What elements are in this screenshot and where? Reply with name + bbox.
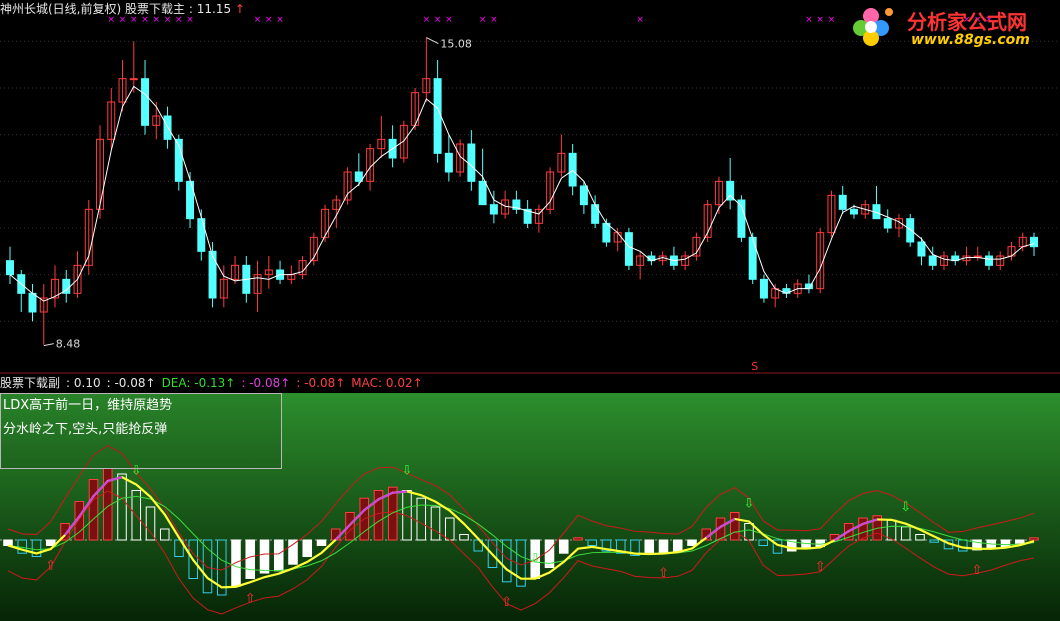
stock-name: 神州长城(日线,前复权) — [0, 2, 122, 16]
candle-body — [489, 204, 498, 215]
sub-header-value-6: MAC: 0.02↑ — [351, 376, 423, 390]
macd-bar — [316, 539, 327, 546]
signal-mark: × — [434, 15, 442, 25]
sell-arrow-icon: ⇩ — [402, 464, 413, 479]
macd-bar — [658, 539, 669, 554]
signal-mark: × — [276, 15, 284, 25]
indicator-value-sep: : — [188, 2, 193, 16]
candle-body — [208, 250, 217, 299]
buy-arrow-icon: ⇧ — [245, 592, 256, 607]
chart-canvas: × × × × × × × × × × × × × × × × × × × × × × × × 15.088.48S ⇧⇧ ⇧⇧… — [0, 15, 1060, 621]
macd-bar — [273, 539, 284, 572]
candle-body — [591, 204, 600, 224]
main-header: 神州长城(日线,前复权) 股票下载主 : 11.15 ↑ — [0, 0, 245, 17]
sub-header-value-4: : -0.08↑ — [241, 376, 291, 390]
candle-body — [141, 78, 150, 126]
candle-body — [759, 278, 768, 299]
macd-bar — [245, 539, 256, 579]
candle-body — [906, 218, 915, 243]
candle-body — [28, 292, 37, 313]
grid-lines — [0, 40, 1060, 322]
buy-arrow-icon: ⇧ — [972, 563, 983, 578]
signal-mark: × — [423, 15, 431, 25]
candle-body — [1030, 236, 1038, 248]
macd-bar — [3, 539, 13, 546]
flower-logo-icon — [853, 8, 893, 46]
sell-arrow-icon: ⇩ — [900, 500, 911, 515]
signal-mark: × — [816, 15, 824, 25]
logo-title: 分析家公式网 — [907, 10, 1027, 34]
sub-header: 股票下载副 : 0.10 : -0.08↑ DEA: -0.13↑ : -0.08↑ : … — [0, 374, 429, 391]
candle-body — [568, 152, 577, 187]
logo-url: www.88gs.com — [911, 32, 1030, 48]
candle-body — [883, 218, 892, 229]
candlestick-series — [6, 37, 1038, 345]
candle-body — [838, 194, 847, 210]
sub-header-value-5: : -0.08↑ — [296, 376, 346, 390]
signal-mark: × — [828, 15, 836, 25]
signal-mark: × — [479, 15, 487, 25]
candle-body — [478, 180, 487, 206]
signal-mark: × — [490, 15, 498, 25]
buy-arrow-icon: ⇧ — [45, 559, 56, 574]
signal-mark: × — [805, 15, 813, 25]
candle-body — [6, 260, 14, 276]
indicator-value: 11.15 — [196, 2, 232, 16]
signal-mark: × — [636, 15, 644, 25]
indicator-name: 股票下载主 — [125, 2, 186, 16]
candle-body — [973, 255, 982, 258]
site-logo: 分析家公式网 www.88gs.com — [849, 2, 1054, 52]
macd-bar — [573, 537, 583, 541]
macd-bar — [1029, 537, 1039, 541]
macd-bar — [1000, 539, 1011, 548]
up-arrow-icon: ↑ — [234, 2, 245, 16]
info-line-2: 分水岭之下,空头,只能抢反弹 — [3, 422, 168, 437]
candle-body — [602, 222, 611, 243]
buy-arrow-icon: ⇧ — [815, 560, 826, 575]
sub-header-value-1: : 0.10 — [66, 376, 101, 390]
candle-body — [579, 185, 588, 206]
sub-header-value-0: 股票下载副 — [0, 376, 61, 390]
candle-body — [444, 152, 453, 173]
low-leader — [43, 343, 54, 347]
signal-mark: × — [254, 15, 262, 25]
macd-bar — [88, 479, 99, 541]
candle-body — [917, 241, 926, 257]
signal-mark: × — [445, 15, 453, 25]
macd-bar — [729, 512, 740, 541]
macd-bar — [1014, 539, 1025, 544]
candle-body — [433, 78, 442, 154]
candle-body — [849, 208, 858, 215]
low-label: 8.48 — [56, 338, 80, 351]
stock-chart-window: × × × × × × × × × × × × × × × × × × × × × × × × 15.08 8.48 S ⇧ ⇧ ⇧ ⇧… — [0, 0, 1060, 621]
sub-header-value-2: : -0.08↑ — [106, 376, 156, 390]
candle-body — [928, 255, 937, 266]
macd-bar — [302, 539, 313, 557]
macd-bar — [558, 539, 569, 554]
buy-arrow-icon: ⇧ — [658, 566, 669, 581]
macd-bar — [259, 539, 270, 574]
info-line-1: LDX高于前一日，维持原趋势 — [3, 398, 173, 413]
candle-body — [748, 236, 757, 280]
buy-arrow-icon: ⇧ — [501, 595, 512, 610]
macd-bar — [672, 539, 683, 552]
high-label: 15.08 — [440, 38, 472, 51]
dif-rising-segment — [392, 490, 408, 494]
high-leader — [426, 37, 439, 45]
sell-arrow-icon: ⇩ — [530, 552, 541, 567]
sell-arrow-icon: ⇩ — [744, 497, 755, 512]
sell-signal-label: S — [751, 360, 758, 373]
candle-body — [129, 78, 138, 81]
macd-bar — [644, 539, 655, 555]
signal-mark: × — [265, 15, 273, 25]
candle-body — [197, 218, 206, 252]
candle-body — [985, 255, 993, 266]
macd-bar — [288, 539, 298, 565]
candle-body — [624, 232, 633, 266]
candle-body — [467, 143, 476, 182]
info-box: LDX高于前一日，维持原趋势 分水岭之下,空头,只能抢反弹 — [0, 393, 282, 469]
macd-bar — [687, 539, 697, 546]
sub-header-value-3: DEA: -0.13↑ — [161, 376, 236, 390]
